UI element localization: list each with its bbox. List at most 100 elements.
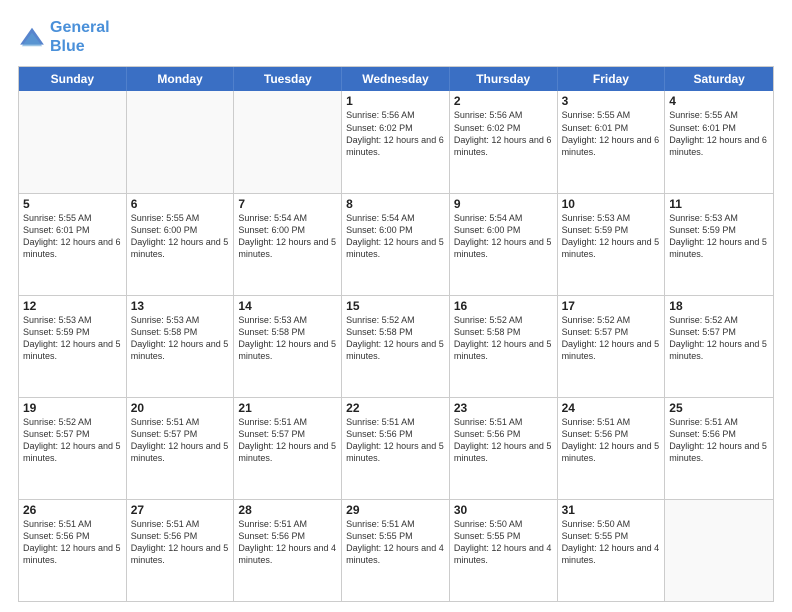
weekday-header-saturday: Saturday (665, 67, 773, 91)
calendar-day-15: 15Sunrise: 5:52 AM Sunset: 5:58 PM Dayli… (342, 296, 450, 397)
calendar-day-3: 3Sunrise: 5:55 AM Sunset: 6:01 PM Daylig… (558, 91, 666, 192)
day-info: Sunrise: 5:55 AM Sunset: 6:01 PM Dayligh… (562, 109, 661, 158)
day-info: Sunrise: 5:55 AM Sunset: 6:01 PM Dayligh… (23, 212, 122, 261)
day-info: Sunrise: 5:51 AM Sunset: 5:56 PM Dayligh… (23, 518, 122, 567)
logo-blue: Blue (50, 38, 85, 55)
calendar-header: SundayMondayTuesdayWednesdayThursdayFrid… (19, 67, 773, 91)
calendar-body: 1Sunrise: 5:56 AM Sunset: 6:02 PM Daylig… (19, 91, 773, 601)
calendar-day-28: 28Sunrise: 5:51 AM Sunset: 5:56 PM Dayli… (234, 500, 342, 601)
calendar-day-19: 19Sunrise: 5:52 AM Sunset: 5:57 PM Dayli… (19, 398, 127, 499)
calendar-empty-cell (234, 91, 342, 192)
day-info: Sunrise: 5:55 AM Sunset: 6:00 PM Dayligh… (131, 212, 230, 261)
weekday-header-tuesday: Tuesday (234, 67, 342, 91)
day-info: Sunrise: 5:52 AM Sunset: 5:58 PM Dayligh… (454, 314, 553, 363)
calendar-day-29: 29Sunrise: 5:51 AM Sunset: 5:55 PM Dayli… (342, 500, 450, 601)
day-number: 21 (238, 401, 337, 415)
calendar: SundayMondayTuesdayWednesdayThursdayFrid… (18, 66, 774, 602)
day-number: 12 (23, 299, 122, 313)
day-number: 19 (23, 401, 122, 415)
day-info: Sunrise: 5:51 AM Sunset: 5:57 PM Dayligh… (238, 416, 337, 465)
calendar-day-9: 9Sunrise: 5:54 AM Sunset: 6:00 PM Daylig… (450, 194, 558, 295)
day-number: 28 (238, 503, 337, 517)
day-number: 24 (562, 401, 661, 415)
day-info: Sunrise: 5:51 AM Sunset: 5:56 PM Dayligh… (131, 518, 230, 567)
calendar-row-2: 12Sunrise: 5:53 AM Sunset: 5:59 PM Dayli… (19, 295, 773, 397)
calendar-day-22: 22Sunrise: 5:51 AM Sunset: 5:56 PM Dayli… (342, 398, 450, 499)
day-number: 10 (562, 197, 661, 211)
day-number: 1 (346, 94, 445, 108)
day-number: 4 (669, 94, 769, 108)
calendar-day-14: 14Sunrise: 5:53 AM Sunset: 5:58 PM Dayli… (234, 296, 342, 397)
day-number: 26 (23, 503, 122, 517)
calendar-day-17: 17Sunrise: 5:52 AM Sunset: 5:57 PM Dayli… (558, 296, 666, 397)
weekday-header-sunday: Sunday (19, 67, 127, 91)
weekday-header-monday: Monday (127, 67, 235, 91)
day-info: Sunrise: 5:56 AM Sunset: 6:02 PM Dayligh… (454, 109, 553, 158)
weekday-header-friday: Friday (558, 67, 666, 91)
calendar-day-23: 23Sunrise: 5:51 AM Sunset: 5:56 PM Dayli… (450, 398, 558, 499)
day-info: Sunrise: 5:53 AM Sunset: 5:58 PM Dayligh… (131, 314, 230, 363)
calendar-row-1: 5Sunrise: 5:55 AM Sunset: 6:01 PM Daylig… (19, 193, 773, 295)
calendar-day-1: 1Sunrise: 5:56 AM Sunset: 6:02 PM Daylig… (342, 91, 450, 192)
day-number: 11 (669, 197, 769, 211)
calendar-row-4: 26Sunrise: 5:51 AM Sunset: 5:56 PM Dayli… (19, 499, 773, 601)
calendar-day-12: 12Sunrise: 5:53 AM Sunset: 5:59 PM Dayli… (19, 296, 127, 397)
day-info: Sunrise: 5:50 AM Sunset: 5:55 PM Dayligh… (454, 518, 553, 567)
calendar-day-11: 11Sunrise: 5:53 AM Sunset: 5:59 PM Dayli… (665, 194, 773, 295)
day-info: Sunrise: 5:52 AM Sunset: 5:57 PM Dayligh… (23, 416, 122, 465)
day-number: 25 (669, 401, 769, 415)
day-number: 20 (131, 401, 230, 415)
calendar-row-3: 19Sunrise: 5:52 AM Sunset: 5:57 PM Dayli… (19, 397, 773, 499)
calendar-day-6: 6Sunrise: 5:55 AM Sunset: 6:00 PM Daylig… (127, 194, 235, 295)
day-number: 9 (454, 197, 553, 211)
calendar-day-27: 27Sunrise: 5:51 AM Sunset: 5:56 PM Dayli… (127, 500, 235, 601)
day-number: 22 (346, 401, 445, 415)
day-number: 5 (23, 197, 122, 211)
day-info: Sunrise: 5:52 AM Sunset: 5:58 PM Dayligh… (346, 314, 445, 363)
calendar-day-4: 4Sunrise: 5:55 AM Sunset: 6:01 PM Daylig… (665, 91, 773, 192)
day-number: 14 (238, 299, 337, 313)
calendar-day-26: 26Sunrise: 5:51 AM Sunset: 5:56 PM Dayli… (19, 500, 127, 601)
logo-general: General (50, 19, 110, 36)
day-number: 29 (346, 503, 445, 517)
day-info: Sunrise: 5:53 AM Sunset: 5:58 PM Dayligh… (238, 314, 337, 363)
day-info: Sunrise: 5:51 AM Sunset: 5:57 PM Dayligh… (131, 416, 230, 465)
day-number: 3 (562, 94, 661, 108)
weekday-header-wednesday: Wednesday (342, 67, 450, 91)
day-info: Sunrise: 5:50 AM Sunset: 5:55 PM Dayligh… (562, 518, 661, 567)
day-number: 30 (454, 503, 553, 517)
calendar-day-30: 30Sunrise: 5:50 AM Sunset: 5:55 PM Dayli… (450, 500, 558, 601)
day-number: 27 (131, 503, 230, 517)
day-number: 13 (131, 299, 230, 313)
day-number: 2 (454, 94, 553, 108)
day-info: Sunrise: 5:51 AM Sunset: 5:56 PM Dayligh… (562, 416, 661, 465)
day-info: Sunrise: 5:51 AM Sunset: 5:56 PM Dayligh… (238, 518, 337, 567)
day-number: 23 (454, 401, 553, 415)
day-info: Sunrise: 5:54 AM Sunset: 6:00 PM Dayligh… (238, 212, 337, 261)
day-info: Sunrise: 5:56 AM Sunset: 6:02 PM Dayligh… (346, 109, 445, 158)
day-info: Sunrise: 5:54 AM Sunset: 6:00 PM Dayligh… (454, 212, 553, 261)
day-info: Sunrise: 5:53 AM Sunset: 5:59 PM Dayligh… (23, 314, 122, 363)
day-info: Sunrise: 5:54 AM Sunset: 6:00 PM Dayligh… (346, 212, 445, 261)
page-header: General Blue (18, 18, 774, 56)
day-info: Sunrise: 5:52 AM Sunset: 5:57 PM Dayligh… (669, 314, 769, 363)
calendar-day-5: 5Sunrise: 5:55 AM Sunset: 6:01 PM Daylig… (19, 194, 127, 295)
logo-text: General Blue (50, 18, 110, 56)
day-info: Sunrise: 5:55 AM Sunset: 6:01 PM Dayligh… (669, 109, 769, 158)
calendar-day-18: 18Sunrise: 5:52 AM Sunset: 5:57 PM Dayli… (665, 296, 773, 397)
page-container: General Blue SundayMondayTuesdayWednesda… (0, 0, 792, 612)
day-number: 7 (238, 197, 337, 211)
day-number: 8 (346, 197, 445, 211)
calendar-day-13: 13Sunrise: 5:53 AM Sunset: 5:58 PM Dayli… (127, 296, 235, 397)
calendar-day-31: 31Sunrise: 5:50 AM Sunset: 5:55 PM Dayli… (558, 500, 666, 601)
weekday-header-thursday: Thursday (450, 67, 558, 91)
day-number: 18 (669, 299, 769, 313)
day-number: 15 (346, 299, 445, 313)
day-info: Sunrise: 5:51 AM Sunset: 5:56 PM Dayligh… (346, 416, 445, 465)
calendar-day-7: 7Sunrise: 5:54 AM Sunset: 6:00 PM Daylig… (234, 194, 342, 295)
calendar-day-10: 10Sunrise: 5:53 AM Sunset: 5:59 PM Dayli… (558, 194, 666, 295)
calendar-empty-cell (127, 91, 235, 192)
calendar-day-21: 21Sunrise: 5:51 AM Sunset: 5:57 PM Dayli… (234, 398, 342, 499)
calendar-empty-cell (19, 91, 127, 192)
calendar-day-8: 8Sunrise: 5:54 AM Sunset: 6:00 PM Daylig… (342, 194, 450, 295)
